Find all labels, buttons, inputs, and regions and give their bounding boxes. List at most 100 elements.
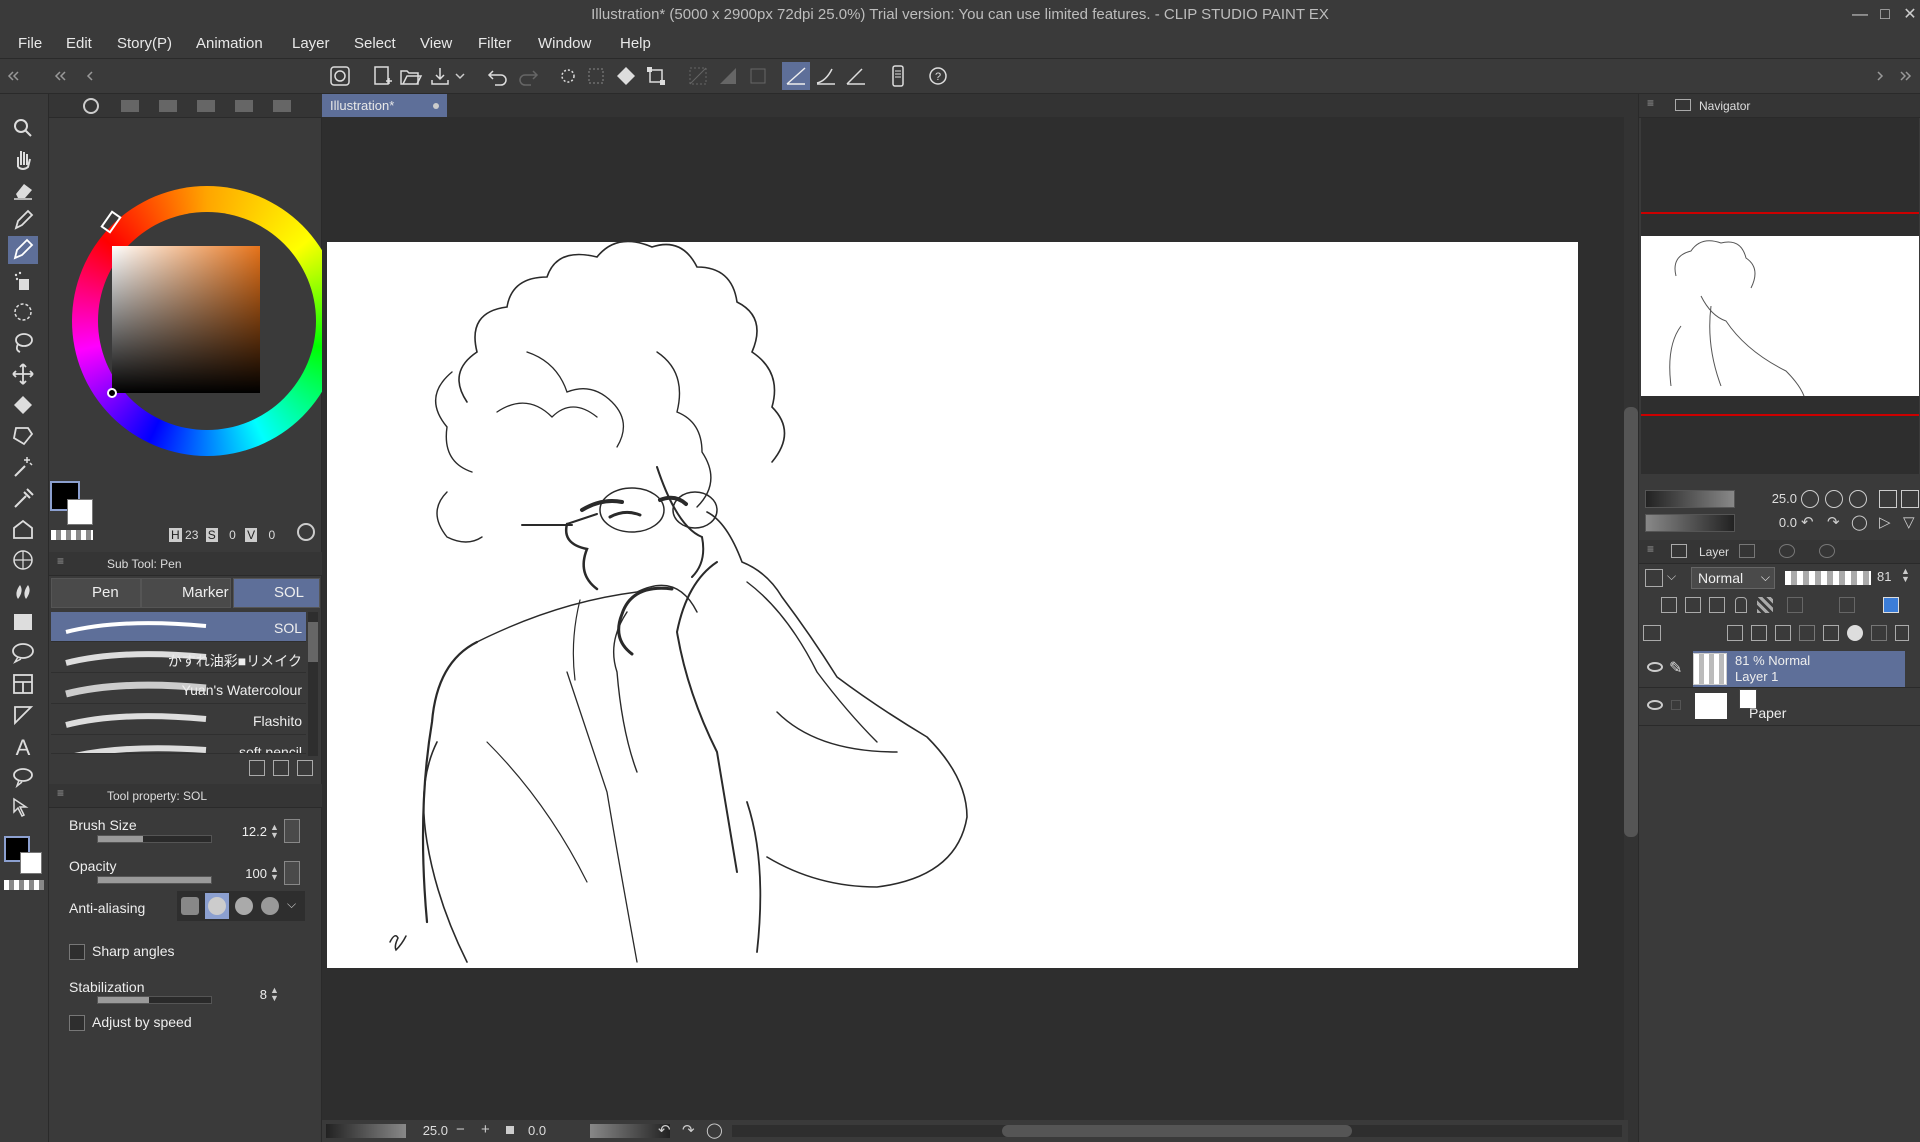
frame-border-tool-icon[interactable] — [8, 546, 38, 574]
menu-edit[interactable]: Edit — [66, 35, 92, 52]
panel-menu-icon[interactable]: ≡ — [1647, 542, 1654, 556]
brush-size-effect-icon[interactable] — [284, 819, 300, 843]
document-tab[interactable]: Illustration* — [322, 94, 447, 117]
sharp-angles-checkbox[interactable] — [69, 944, 85, 960]
opacity-stepper[interactable]: ▲ ▼ — [270, 865, 280, 882]
navigator-rotation-value[interactable]: 0.0 — [1757, 515, 1797, 530]
layer-search-tab-icon[interactable] — [1779, 544, 1795, 558]
airbrush-tool-icon[interactable] — [8, 267, 38, 295]
approximate-color-tab-icon[interactable] — [235, 100, 253, 112]
navigator-zoom-value[interactable]: 25.0 — [1757, 491, 1797, 506]
new-vector-layer-icon[interactable] — [1751, 625, 1767, 641]
layer-list-view-icon[interactable] — [1643, 625, 1661, 641]
new-raster-layer-icon[interactable] — [1727, 625, 1743, 641]
opacity-value[interactable]: 100 — [227, 866, 267, 881]
merge-selected-icon[interactable] — [1823, 625, 1839, 641]
intermediate-color-tab-icon[interactable] — [197, 100, 215, 112]
layer-property-tab-icon[interactable] — [1739, 544, 1755, 558]
antialias-strong-icon[interactable] — [261, 897, 279, 915]
pen-selected-tool-icon[interactable] — [8, 236, 38, 264]
info-tab-icon[interactable] — [1819, 544, 1835, 558]
panel-menu-icon[interactable]: ≡ — [57, 554, 64, 568]
layer-color-icon[interactable] — [1883, 597, 1899, 613]
menu-story[interactable]: Story(P) — [117, 35, 172, 52]
lock-icon[interactable] — [1735, 597, 1747, 613]
fit-icon[interactable] — [506, 1126, 514, 1134]
brush-item[interactable]: Yuan's Watercolour — [51, 674, 306, 704]
selection-show-icon[interactable] — [744, 62, 772, 90]
correct-line-tool-icon[interactable] — [8, 794, 38, 822]
chevron-down-icon[interactable] — [452, 62, 468, 90]
rotate-left-icon[interactable]: ↶ — [658, 1121, 671, 1139]
balloon-tool-icon[interactable] — [8, 639, 38, 667]
layer-body[interactable]: 81 % Normal Layer 1 — [1693, 651, 1905, 687]
sub-color-swatch[interactable] — [20, 852, 42, 874]
gradient-fill-tool-icon[interactable] — [8, 422, 38, 450]
undo-icon[interactable] — [484, 62, 512, 90]
panel-menu-icon[interactable]: ≡ — [1647, 96, 1654, 110]
menu-filter[interactable]: Filter — [478, 35, 511, 52]
duplicate-icon[interactable] — [273, 760, 289, 776]
apply-mask-icon[interactable] — [1847, 625, 1863, 641]
stabilization-value[interactable]: 8 — [227, 987, 267, 1002]
ruler-icon[interactable] — [1839, 597, 1855, 613]
scroll-thumb[interactable] — [308, 622, 318, 662]
layer-opacity-value[interactable]: 81 — [1877, 569, 1891, 584]
clip-studio-icon[interactable] — [326, 62, 354, 90]
transparent-color-swatch[interactable] — [51, 530, 93, 540]
brush-size-value[interactable]: 12.2 — [227, 824, 267, 839]
menu-animation[interactable]: Animation — [196, 35, 263, 52]
menu-select[interactable]: Select — [354, 35, 396, 52]
invert-selection-icon[interactable] — [714, 62, 742, 90]
opacity-effect-icon[interactable] — [284, 861, 300, 885]
eraser-tool-icon[interactable] — [8, 176, 38, 204]
brush-item[interactable]: Flashito — [51, 705, 306, 735]
blend-mode-select[interactable]: Normal ⌵ — [1691, 567, 1775, 589]
fit-window-icon[interactable] — [1879, 490, 1897, 508]
hand-tool-icon[interactable] — [8, 145, 38, 173]
reference-layer-icon[interactable] — [1685, 597, 1701, 613]
navigator-rotation-slider[interactable] — [1645, 514, 1735, 532]
canvas-scrollbar-vertical[interactable] — [1624, 117, 1638, 1120]
scroll-thumb[interactable] — [1624, 407, 1638, 837]
horizontal-scrollbar[interactable] — [732, 1125, 1622, 1137]
collapse-left-icon[interactable] — [46, 62, 74, 90]
fit-navigator-icon[interactable] — [1901, 490, 1919, 508]
stabilization-stepper[interactable]: ▲ ▼ — [270, 986, 280, 1003]
menu-view[interactable]: View — [420, 35, 452, 52]
lock-transparency-icon[interactable] — [1757, 597, 1773, 613]
menu-window[interactable]: Window — [538, 35, 591, 52]
layer-opacity-slider[interactable] — [1785, 571, 1871, 585]
figure-tool-icon[interactable] — [8, 515, 38, 543]
brush-item[interactable]: かすれ油彩■リメイク — [51, 643, 306, 673]
blend-tool-icon[interactable] — [8, 577, 38, 605]
zoom-out-icon[interactable]: − — [456, 1121, 465, 1138]
layer-row[interactable]: Paper — [1639, 688, 1920, 726]
antialias-none-icon[interactable] — [181, 897, 199, 915]
ruler-tool-icon[interactable] — [8, 701, 38, 729]
chevron-left-icon[interactable] — [76, 62, 104, 90]
stabilization-slider[interactable] — [97, 996, 212, 1004]
antialias-weak-icon[interactable] — [205, 893, 229, 919]
trash-icon[interactable] — [297, 760, 313, 776]
brush-item[interactable]: soft pencil — [51, 736, 306, 754]
transparent-color-swatch[interactable] — [4, 880, 44, 890]
clear-outside-icon[interactable] — [582, 62, 610, 90]
help-icon[interactable]: ? — [924, 62, 952, 90]
brush-size-stepper[interactable]: ▲ ▼ — [270, 823, 280, 840]
draft-layer-icon[interactable] — [1709, 597, 1725, 613]
color-history-tab-icon[interactable] — [273, 100, 291, 112]
chevron-down-icon[interactable]: ⌵ — [287, 897, 296, 912]
open-file-icon[interactable] — [396, 62, 424, 90]
redo-icon[interactable] — [514, 62, 542, 90]
transform-icon[interactable] — [642, 62, 670, 90]
rotate-right-icon[interactable]: ↷ — [682, 1121, 695, 1139]
lasso-tool-icon[interactable] — [8, 329, 38, 357]
maximize-icon[interactable]: □ — [1872, 4, 1898, 26]
antialiasing-selector[interactable]: ⌵ — [177, 891, 305, 921]
flip-vertical-icon[interactable]: ▽ — [1903, 513, 1915, 531]
operation-tool-icon[interactable] — [8, 670, 38, 698]
magic-wand-tool-icon[interactable] — [8, 453, 38, 481]
chevron-right-icon[interactable] — [1866, 62, 1894, 90]
pen-tool-icon[interactable] — [8, 206, 38, 234]
